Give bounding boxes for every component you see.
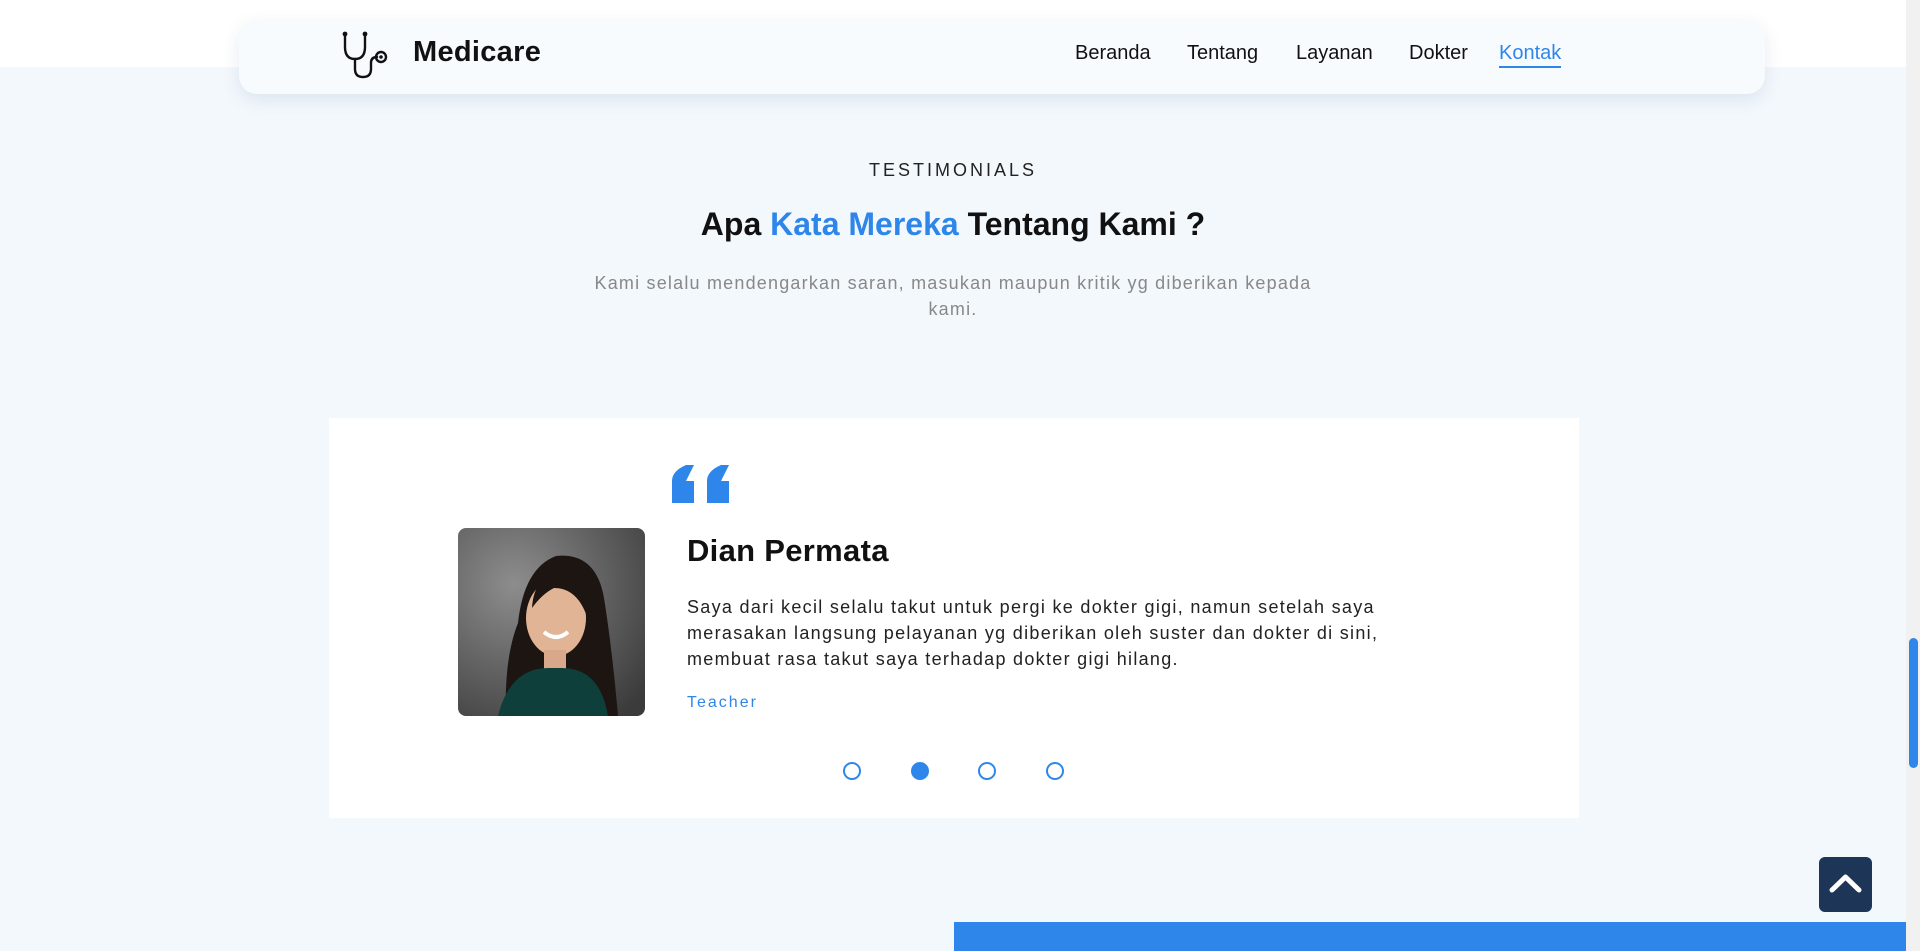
carousel-dot-4[interactable]: [1046, 762, 1064, 780]
scrollbar-track[interactable]: [1906, 0, 1920, 951]
heading-highlight: Kata Mereka: [770, 206, 959, 242]
testimonial-name: Dian Permata: [687, 533, 889, 568]
scrollbar-thumb[interactable]: [1909, 638, 1918, 768]
brand-name[interactable]: Medicare: [413, 36, 541, 69]
section-eyebrow: TESTIMONIALS: [868, 160, 1038, 180]
testimonial-avatar: [458, 528, 645, 716]
chevron-up-icon: [1829, 874, 1862, 893]
nav-kontak[interactable]: Kontak: [1499, 42, 1562, 68]
carousel-dot-3[interactable]: [978, 762, 996, 780]
heading-post: Tentang Kami ?: [958, 206, 1206, 242]
carousel-dots: [843, 762, 1067, 780]
carousel-dot-1[interactable]: [843, 762, 861, 780]
footer-blue-band: [954, 922, 1906, 951]
nav-dokter[interactable]: Dokter: [1409, 42, 1468, 65]
nav-layanan[interactable]: Layanan: [1296, 42, 1373, 65]
quote-icon: [672, 465, 729, 503]
heading-pre: Apa: [700, 206, 771, 242]
nav-tentang[interactable]: Tentang: [1187, 42, 1258, 65]
scroll-top-button[interactable]: [1819, 857, 1872, 912]
testimonial-role: Teacher: [687, 694, 758, 711]
section-heading: Apa Kata Mereka Tentang Kami ?: [0, 206, 1906, 243]
nav-beranda[interactable]: Beranda: [1075, 42, 1151, 65]
section-subtext: Kami selalu mendengarkan saran, masukan …: [594, 273, 1312, 319]
carousel-dot-2[interactable]: [911, 762, 929, 780]
stethoscope-icon[interactable]: [337, 29, 391, 81]
testimonial-text: Saya dari kecil selalu takut untuk pergi…: [687, 597, 1379, 669]
